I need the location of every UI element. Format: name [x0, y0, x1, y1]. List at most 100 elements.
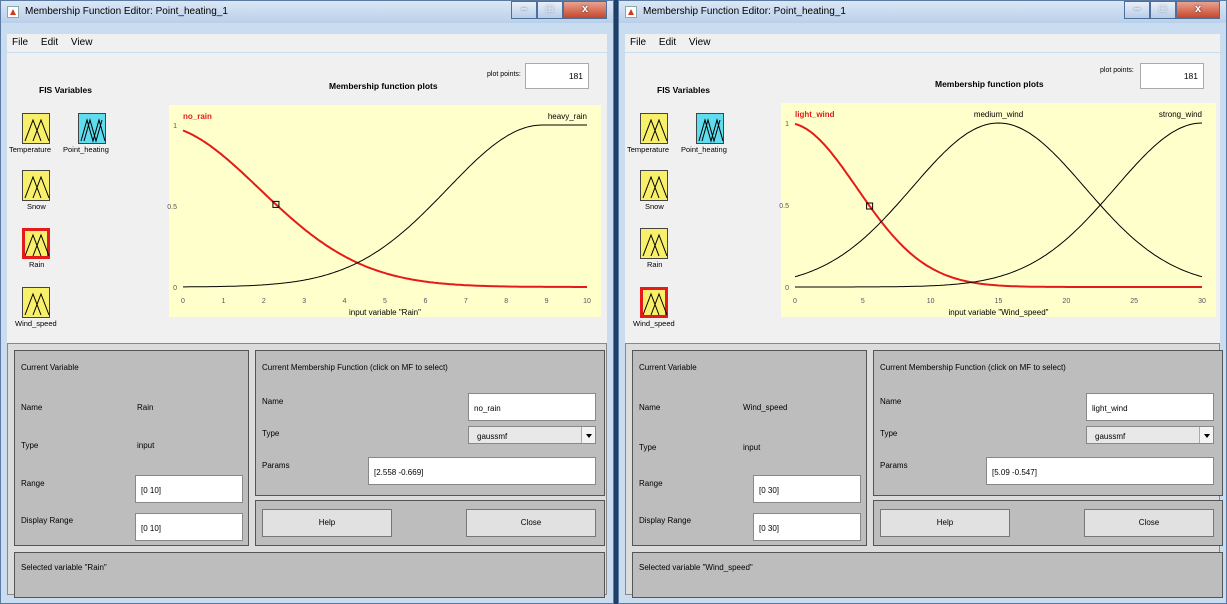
- current-variable-header: Current Variable: [21, 363, 79, 372]
- mf-label: no_rain: [183, 112, 212, 121]
- x-tick-label: 10: [583, 298, 591, 305]
- x-tick-label: 15: [995, 298, 1003, 305]
- display-range-label: Display Range: [21, 516, 74, 525]
- y-tick-label: 1: [785, 121, 789, 128]
- menu-bar: File Edit View: [7, 34, 607, 52]
- window-title: Membership Function Editor: Point_heatin…: [643, 6, 846, 17]
- x-tick-label: 5: [383, 298, 387, 305]
- current-mf-box: Current Membership Function (click on MF…: [255, 350, 605, 496]
- membership-function-plot[interactable]: 00.510 1 2 3 4 5 6 7 8 9 10input variable "Rain"no…: [7, 53, 607, 343]
- params-label: Params: [880, 461, 908, 470]
- chevron-down-icon[interactable]: [581, 427, 595, 443]
- y-tick-label: 0.5: [167, 204, 177, 211]
- x-tick-label: 25: [1130, 298, 1138, 305]
- variable-type-value: input: [743, 443, 761, 452]
- lower-panel: Current Variable Name Wind_speed Type in…: [625, 343, 1223, 598]
- mf-name-input[interactable]: light_wind: [1086, 393, 1214, 421]
- range-input[interactable]: [0 10]: [135, 475, 243, 503]
- mf-editor-window-left: Membership Function Editor: Point_heatin…: [0, 0, 614, 604]
- x-tick-label: 6: [423, 298, 427, 305]
- title-bar[interactable]: Membership Function Editor: Point_heatin…: [619, 1, 1226, 23]
- x-tick-label: 0: [181, 298, 185, 305]
- close-button[interactable]: Close: [1084, 509, 1214, 537]
- current-variable-box: Current Variable Name Rain Type input Ra…: [14, 350, 249, 546]
- close-button[interactable]: Close: [466, 509, 596, 537]
- current-mf-header: Current Membership Function (click on MF…: [262, 363, 448, 372]
- mf-name-input[interactable]: no_rain: [468, 393, 596, 421]
- chevron-down-icon[interactable]: [1199, 427, 1213, 443]
- status-text: Selected variable "Rain": [21, 563, 107, 572]
- help-button[interactable]: Help: [880, 509, 1010, 537]
- mf-editor-window-right: Membership Function Editor: Point_heatin…: [618, 0, 1227, 604]
- maximize-button[interactable]: □: [537, 1, 563, 19]
- display-range-label: Display Range: [639, 516, 692, 525]
- menu-edit[interactable]: Edit: [36, 34, 63, 48]
- mf-type-value: gaussmf: [477, 432, 508, 441]
- menu-view[interactable]: View: [684, 34, 716, 48]
- x-tick-label: 10: [927, 298, 935, 305]
- mf-type-label: Type: [262, 429, 280, 438]
- y-tick-label: 0.5: [779, 203, 789, 210]
- menu-file[interactable]: File: [7, 34, 33, 48]
- membership-function-plot[interactable]: 00.510 5 10 15 20 25 30input variable "Wind_sp…: [625, 53, 1222, 343]
- menu-view[interactable]: View: [66, 34, 98, 48]
- editor-panel: FIS Variables Temperature Point_heating …: [7, 53, 607, 598]
- x-axis-label: input variable "Rain": [349, 308, 421, 317]
- y-tick-label: 1: [173, 123, 177, 130]
- range-label: Range: [639, 479, 663, 488]
- x-tick-label: 2: [262, 298, 266, 305]
- minimize-button[interactable]: –: [511, 1, 537, 19]
- x-tick-label: 7: [464, 298, 468, 305]
- variable-type-value: input: [137, 441, 155, 450]
- display-range-input[interactable]: [0 10]: [135, 513, 243, 541]
- params-input[interactable]: [5.09 -0.547]: [986, 457, 1214, 485]
- current-variable-box: Current Variable Name Wind_speed Type in…: [632, 350, 867, 546]
- menu-file[interactable]: File: [625, 34, 651, 48]
- range-input[interactable]: [0 30]: [753, 475, 861, 503]
- name-label: Name: [21, 403, 43, 412]
- type-label: Type: [21, 441, 39, 450]
- close-window-button[interactable]: x: [1176, 1, 1220, 19]
- title-bar[interactable]: Membership Function Editor: Point_heatin…: [1, 1, 613, 23]
- mf-name-label: Name: [880, 397, 902, 406]
- close-window-button[interactable]: x: [563, 1, 607, 19]
- y-tick-label: 0: [785, 285, 789, 292]
- x-axis-label: input variable "Wind_speed": [949, 308, 1049, 317]
- mf-type-value: gaussmf: [1095, 432, 1126, 441]
- x-tick-label: 20: [1062, 298, 1070, 305]
- button-box: Help Close: [873, 500, 1223, 546]
- x-tick-label: 1: [221, 298, 225, 305]
- x-tick-label: 30: [1198, 298, 1206, 305]
- params-input[interactable]: [2.558 -0.669]: [368, 457, 596, 485]
- mf-type-select[interactable]: gaussmf: [1086, 426, 1214, 444]
- x-tick-label: 4: [343, 298, 347, 305]
- status-text: Selected variable "Wind_speed": [639, 563, 753, 572]
- matlab-icon: [625, 6, 637, 18]
- mf-type-label: Type: [880, 429, 898, 438]
- type-label: Type: [639, 443, 657, 452]
- current-variable-header: Current Variable: [639, 363, 697, 372]
- menu-edit[interactable]: Edit: [654, 34, 681, 48]
- window-title: Membership Function Editor: Point_heatin…: [25, 6, 228, 17]
- mf-type-select[interactable]: gaussmf: [468, 426, 596, 444]
- params-label: Params: [262, 461, 290, 470]
- lower-panel: Current Variable Name Rain Type input Ra…: [7, 343, 607, 598]
- variable-name-value: Wind_speed: [743, 403, 788, 412]
- variable-name-value: Rain: [137, 403, 154, 412]
- display-range-input[interactable]: [0 30]: [753, 513, 861, 541]
- mf-label: heavy_rain: [548, 112, 587, 121]
- matlab-icon: [7, 6, 19, 18]
- x-tick-label: 5: [861, 298, 865, 305]
- status-box: Selected variable "Rain": [14, 552, 605, 598]
- plot-background: [169, 105, 601, 317]
- current-mf-header: Current Membership Function (click on MF…: [880, 363, 1066, 372]
- help-button[interactable]: Help: [262, 509, 392, 537]
- x-tick-label: 8: [504, 298, 508, 305]
- minimize-button[interactable]: –: [1124, 1, 1150, 19]
- status-box: Selected variable "Wind_speed": [632, 552, 1223, 598]
- name-label: Name: [639, 403, 661, 412]
- mf-label: medium_wind: [974, 110, 1023, 119]
- editor-panel: FIS Variables Temperature Point_heating …: [625, 53, 1223, 598]
- maximize-button[interactable]: □: [1150, 1, 1176, 19]
- x-tick-label: 3: [302, 298, 306, 305]
